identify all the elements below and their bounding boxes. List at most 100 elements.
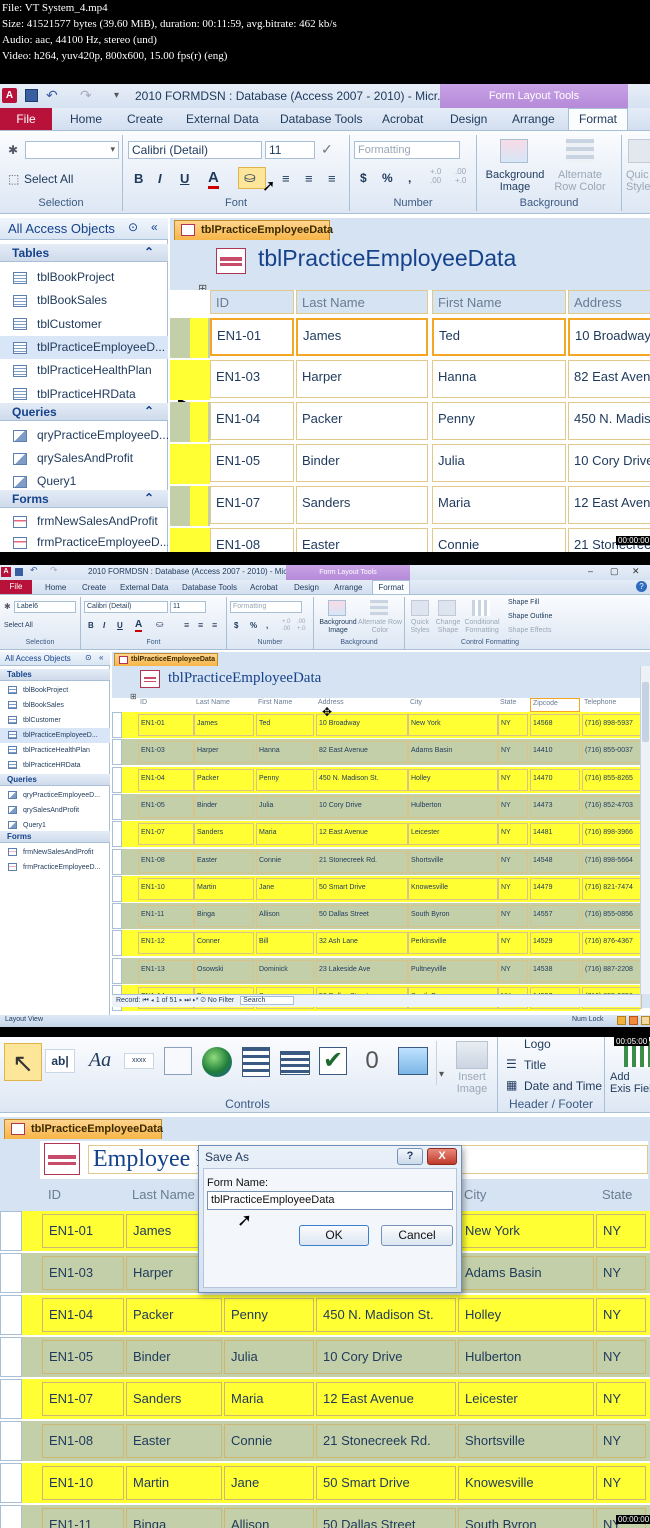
underline-button[interactable]: U xyxy=(180,171,189,186)
table-cell[interactable]: Connie xyxy=(432,528,566,552)
table-cell[interactable]: 50 Smart Drive xyxy=(316,877,408,900)
table-cell[interactable]: EN1-11 xyxy=(42,1508,124,1528)
nav-item-table[interactable]: tblPracticeHealthPlan xyxy=(0,359,168,382)
table-cell[interactable]: Maria xyxy=(432,486,566,524)
table-cell[interactable]: Julia xyxy=(256,795,314,818)
table-cell[interactable]: New York xyxy=(458,1214,594,1248)
table-cell[interactable]: Julia xyxy=(224,1340,314,1374)
hyperlink-globe-icon[interactable] xyxy=(202,1047,232,1077)
table-cell[interactable]: EN1-13 xyxy=(138,959,194,982)
increase-decimals-button[interactable]: +.0 .00 xyxy=(282,619,296,633)
table-cell[interactable]: (716) 876-4367 xyxy=(582,932,642,955)
record-selector[interactable] xyxy=(190,402,208,442)
table-cell[interactable]: NY xyxy=(596,1424,646,1458)
collapse-icon[interactable]: ⌃ xyxy=(144,245,154,259)
table-cell[interactable]: EN1-08 xyxy=(210,528,294,552)
table-cell[interactable]: Sanders xyxy=(194,823,254,846)
table-cell[interactable]: 14470 xyxy=(530,768,580,791)
form-name-input[interactable]: tblPracticeEmployeeData xyxy=(207,1191,453,1210)
image-control-icon[interactable] xyxy=(398,1047,428,1075)
tab-external-data[interactable]: External Data xyxy=(186,112,259,126)
document-tab[interactable]: tblPracticeEmployeeData xyxy=(114,653,218,666)
alternate-row-color-button[interactable]: Alternate Row Color xyxy=(358,619,402,635)
table-cell[interactable]: EN1-12 xyxy=(138,932,194,955)
table-cell[interactable]: Binder xyxy=(126,1340,222,1374)
table-cell[interactable]: 14538 xyxy=(530,959,580,982)
record-selector[interactable] xyxy=(190,318,208,358)
nav-item-table[interactable]: tblPracticeEmployeeD... xyxy=(0,335,168,360)
table-cell[interactable]: Binga xyxy=(126,1508,222,1528)
table-cell[interactable]: Binder xyxy=(194,795,254,818)
record-selector[interactable] xyxy=(190,486,208,526)
table-cell[interactable]: EN1-08 xyxy=(42,1424,124,1458)
table-cell[interactable]: Dominick xyxy=(256,959,314,982)
design-view-icon[interactable] xyxy=(629,1016,638,1025)
align-center-icon[interactable]: ≡ xyxy=(305,171,313,186)
nav-item-table[interactable]: tblPracticeEmployeeD... xyxy=(0,728,110,743)
decrease-decimals-button[interactable]: .00 +.0 xyxy=(455,167,475,185)
table-cell[interactable]: EN1-03 xyxy=(138,741,194,764)
table-cell[interactable]: South Byron xyxy=(458,1508,594,1528)
table-cell[interactable]: Penny xyxy=(432,402,566,440)
table-cell[interactable]: EN1-03 xyxy=(210,360,294,398)
record-selector[interactable] xyxy=(0,1505,22,1528)
table-cell[interactable]: Easter xyxy=(296,528,428,552)
tab-format[interactable]: Format xyxy=(568,108,628,130)
table-cell[interactable]: EN1-11 xyxy=(138,905,194,928)
record-selector[interactable] xyxy=(112,793,122,820)
dialog-help-button[interactable]: ? xyxy=(397,1148,423,1165)
record-selector[interactable] xyxy=(112,903,122,930)
table-cell[interactable]: Leicester xyxy=(458,1382,594,1416)
button-control[interactable]: xxxx xyxy=(124,1053,154,1069)
table-cell[interactable]: Harper xyxy=(296,360,428,398)
undo-icon[interactable]: ↶ xyxy=(30,565,38,576)
table-cell[interactable]: 14410 xyxy=(530,741,580,764)
layout-view-icon[interactable] xyxy=(617,1016,626,1025)
table-cell[interactable]: 450 N. Madison St. xyxy=(316,768,408,791)
navigation-control-icon[interactable] xyxy=(280,1051,310,1075)
table-cell[interactable]: 12 East Avenue xyxy=(316,1382,456,1416)
table-cell[interactable]: NY xyxy=(498,959,528,982)
table-cell[interactable]: Allison xyxy=(256,905,314,928)
tables-section[interactable]: Tables xyxy=(0,669,110,681)
collapse-icon[interactable]: ⌃ xyxy=(144,404,154,418)
table-cell[interactable]: 82 East Avenu xyxy=(568,360,650,398)
nav-collapse-icon[interactable]: « xyxy=(151,220,158,234)
check-box-icon[interactable]: ✔ xyxy=(319,1047,347,1075)
redo-icon[interactable]: ↷ xyxy=(50,565,58,576)
vertical-scrollbar[interactable] xyxy=(640,666,650,994)
table-cell[interactable]: EN1-04 xyxy=(42,1298,124,1332)
table-cell[interactable]: 23 Lakeside Ave xyxy=(316,959,408,982)
table-cell[interactable]: NY xyxy=(498,850,528,873)
paint-bucket-icon[interactable]: ⛀ xyxy=(156,619,164,630)
change-shape-button[interactable]: Change Shape xyxy=(432,619,464,635)
gallery-scroll-icon[interactable]: ▾ xyxy=(436,1041,446,1085)
nav-menu-icon[interactable]: ⊙ xyxy=(128,220,138,234)
forms-section[interactable]: Forms xyxy=(0,831,110,843)
table-cell[interactable]: NY xyxy=(498,932,528,955)
column-header[interactable]: First Name xyxy=(256,698,314,712)
table-cell[interactable]: Jane xyxy=(224,1466,314,1500)
record-selector[interactable] xyxy=(190,360,208,400)
table-cell[interactable]: James xyxy=(194,714,254,736)
record-selector[interactable] xyxy=(190,444,208,484)
tab-acrobat[interactable]: Acrobat xyxy=(382,112,423,126)
table-cell[interactable]: (716) 821-7474 xyxy=(582,877,642,900)
table-cell[interactable]: Binga xyxy=(194,905,254,928)
comma-button[interactable]: , xyxy=(408,171,411,185)
table-cell[interactable]: NY xyxy=(498,714,528,736)
align-right-icon[interactable]: ≡ xyxy=(212,620,217,630)
file-tab[interactable]: File xyxy=(0,580,32,594)
close-icon[interactable]: ✕ xyxy=(632,566,640,577)
nav-item-form[interactable]: frmPracticeEmployeeD... xyxy=(0,860,110,875)
table-cell[interactable]: 10 Cory Drive xyxy=(316,1340,456,1374)
cancel-button[interactable]: Cancel xyxy=(381,1225,453,1246)
currency-button[interactable]: $ xyxy=(360,171,367,185)
table-cell[interactable]: Knowesville xyxy=(408,877,498,900)
record-selector[interactable] xyxy=(0,1379,22,1419)
table-cell[interactable]: (716) 852-4703 xyxy=(582,795,642,818)
document-tab[interactable]: tblPracticeEmployeeData xyxy=(174,220,333,240)
table-cell[interactable]: Hanna xyxy=(256,741,314,764)
format-painter-icon[interactable]: ✓ xyxy=(321,141,333,158)
nav-item-querie[interactable]: qrySalesAndProfit xyxy=(0,447,168,470)
